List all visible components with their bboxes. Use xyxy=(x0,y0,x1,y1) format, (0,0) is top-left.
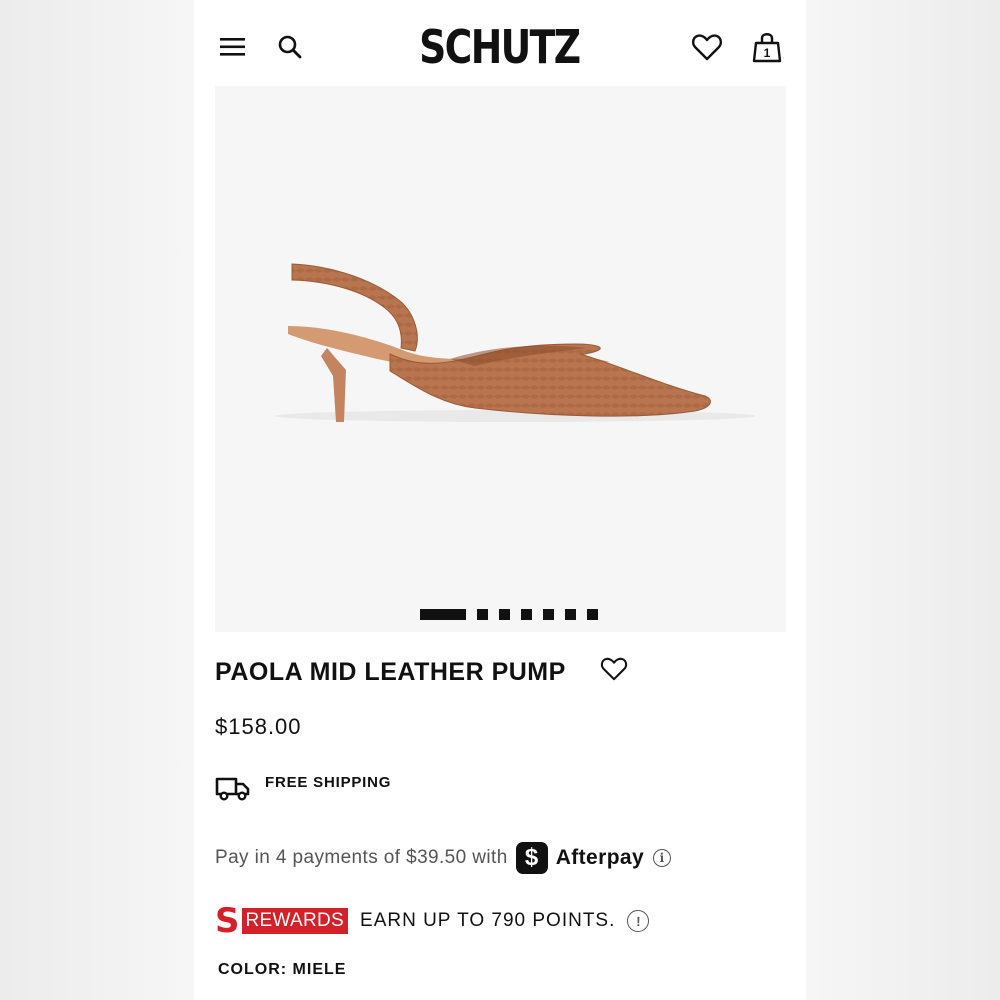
shopping-bag-icon: 1 xyxy=(752,33,782,63)
color-label: COLOR: MIELE xyxy=(218,961,347,978)
heart-icon xyxy=(692,34,722,61)
background-right xyxy=(806,0,1000,1000)
product-price: $158.00 xyxy=(215,714,302,739)
rewards-points-text: EARN UP TO 790 POINTS. xyxy=(360,910,616,931)
wishlist-button[interactable] xyxy=(690,30,724,64)
free-shipping-label: FREE SHIPPING xyxy=(265,774,392,791)
delivery-truck-icon xyxy=(215,777,250,801)
heart-icon xyxy=(600,657,628,681)
afterpay-row: Pay in 4 payments of $39.50 with $ After… xyxy=(215,840,672,876)
product-title: PAOLA MID LEATHER PUMP xyxy=(215,658,566,686)
pagination-dot-4[interactable] xyxy=(521,609,532,620)
afterpay-brand: Afterpay xyxy=(555,846,645,869)
rewards-badge: REWARDS xyxy=(241,908,349,934)
hamburger-menu-icon xyxy=(220,38,245,56)
afterpay-text: Pay in 4 payments of $39.50 with xyxy=(215,847,508,868)
pagination-dot-5[interactable] xyxy=(543,609,554,620)
pagination-dot-3[interactable] xyxy=(499,609,510,620)
shopping-bag-button[interactable]: 1 xyxy=(750,30,784,64)
product-image xyxy=(275,263,755,422)
brand-logo[interactable]: SCHUTZ xyxy=(248,20,750,74)
menu-button[interactable] xyxy=(216,30,250,64)
rewards-row: S REWARDS EARN UP TO 790 POINTS. ! xyxy=(215,901,650,941)
site-header: SCHUTZ 1 xyxy=(194,0,806,86)
bag-count: 1 xyxy=(764,46,771,60)
pagination-dot-1[interactable] xyxy=(420,609,466,620)
product-image-gallery[interactable] xyxy=(215,86,786,632)
background-left xyxy=(0,0,194,1000)
rewards-s-logo: S xyxy=(215,901,240,941)
pagination-dot-6[interactable] xyxy=(565,609,576,620)
info-icon[interactable]: i xyxy=(653,849,672,867)
pagination-dot-7[interactable] xyxy=(587,609,598,620)
pagination-dot-2[interactable] xyxy=(477,609,488,620)
gallery-pagination xyxy=(420,609,598,620)
afterpay-logo-icon: $ xyxy=(515,842,548,874)
mobile-page: SCHUTZ 1 PAOLA MID LEATHER PUMP $158.00 … xyxy=(194,0,806,1000)
add-to-wishlist-button[interactable] xyxy=(600,656,630,686)
alert-info-icon[interactable]: ! xyxy=(627,910,650,932)
